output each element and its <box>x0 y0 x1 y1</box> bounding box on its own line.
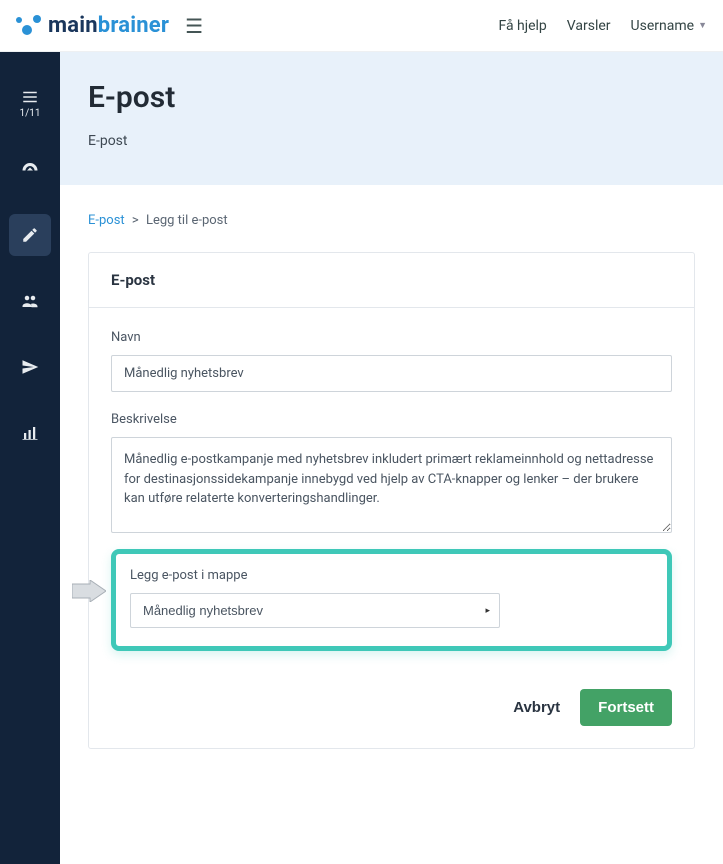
chart-icon <box>21 424 39 442</box>
sidebar: 1/11 <box>0 52 60 864</box>
breadcrumb-root[interactable]: E-post <box>88 213 125 228</box>
pencil-icon <box>21 226 39 244</box>
breadcrumb: E-post > Legg til e-post <box>88 213 695 228</box>
breadcrumb-separator: > <box>132 213 139 228</box>
card-header: E-post <box>89 253 694 308</box>
step-counter: 1/11 <box>20 108 41 119</box>
card-title: E-post <box>111 271 672 289</box>
brand-logo[interactable]: mainbrainer <box>16 13 169 38</box>
folder-label: Legg e-post i mappe <box>130 568 653 583</box>
sidebar-item-steps[interactable]: 1/11 <box>9 82 51 124</box>
description-label: Beskrivelse <box>111 412 672 427</box>
sidebar-item-analytics[interactable] <box>9 412 51 454</box>
help-link[interactable]: Få hjelp <box>498 18 546 34</box>
sidebar-item-dashboard[interactable] <box>9 148 51 190</box>
page-subtitle: E-post <box>88 133 695 149</box>
main-content: E-post E-post E-post > Legg til e-post E… <box>60 52 723 864</box>
people-icon <box>21 292 39 310</box>
email-form-card: E-post Navn Beskrivelse Månedlig e-postk… <box>88 252 695 749</box>
user-menu[interactable]: Username ▼ <box>631 18 707 34</box>
paper-plane-icon <box>21 358 39 376</box>
name-input[interactable] <box>111 355 672 392</box>
breadcrumb-current: Legg til e-post <box>146 213 228 228</box>
username-label: Username <box>631 18 695 34</box>
alerts-link[interactable]: Varsler <box>567 18 611 34</box>
cancel-button[interactable]: Avbryt <box>507 691 566 724</box>
hamburger-icon[interactable]: ☰ <box>185 14 203 38</box>
gauge-icon <box>21 160 39 178</box>
page-title: E-post <box>88 80 695 115</box>
name-label: Navn <box>111 330 672 345</box>
description-input[interactable]: Månedlig e-postkampanje med nyhetsbrev i… <box>111 437 672 533</box>
sidebar-item-send[interactable] <box>9 346 51 388</box>
sidebar-item-edit[interactable] <box>9 214 51 256</box>
page-header: E-post E-post <box>60 52 723 185</box>
continue-button[interactable]: Fortsett <box>580 689 672 726</box>
brand-name: mainbrainer <box>48 13 169 38</box>
folder-field-highlight: Legg e-post i mappe Månedlig nyhetsbrev … <box>111 549 672 651</box>
arrow-right-icon <box>72 580 106 602</box>
chevron-down-icon: ▼ <box>698 20 707 31</box>
topbar: mainbrainer ☰ Få hjelp Varsler Username … <box>0 0 723 52</box>
list-icon <box>21 88 39 106</box>
folder-select[interactable]: Månedlig nyhetsbrev <box>130 593 500 628</box>
logo-icon <box>16 15 42 37</box>
sidebar-item-people[interactable] <box>9 280 51 322</box>
